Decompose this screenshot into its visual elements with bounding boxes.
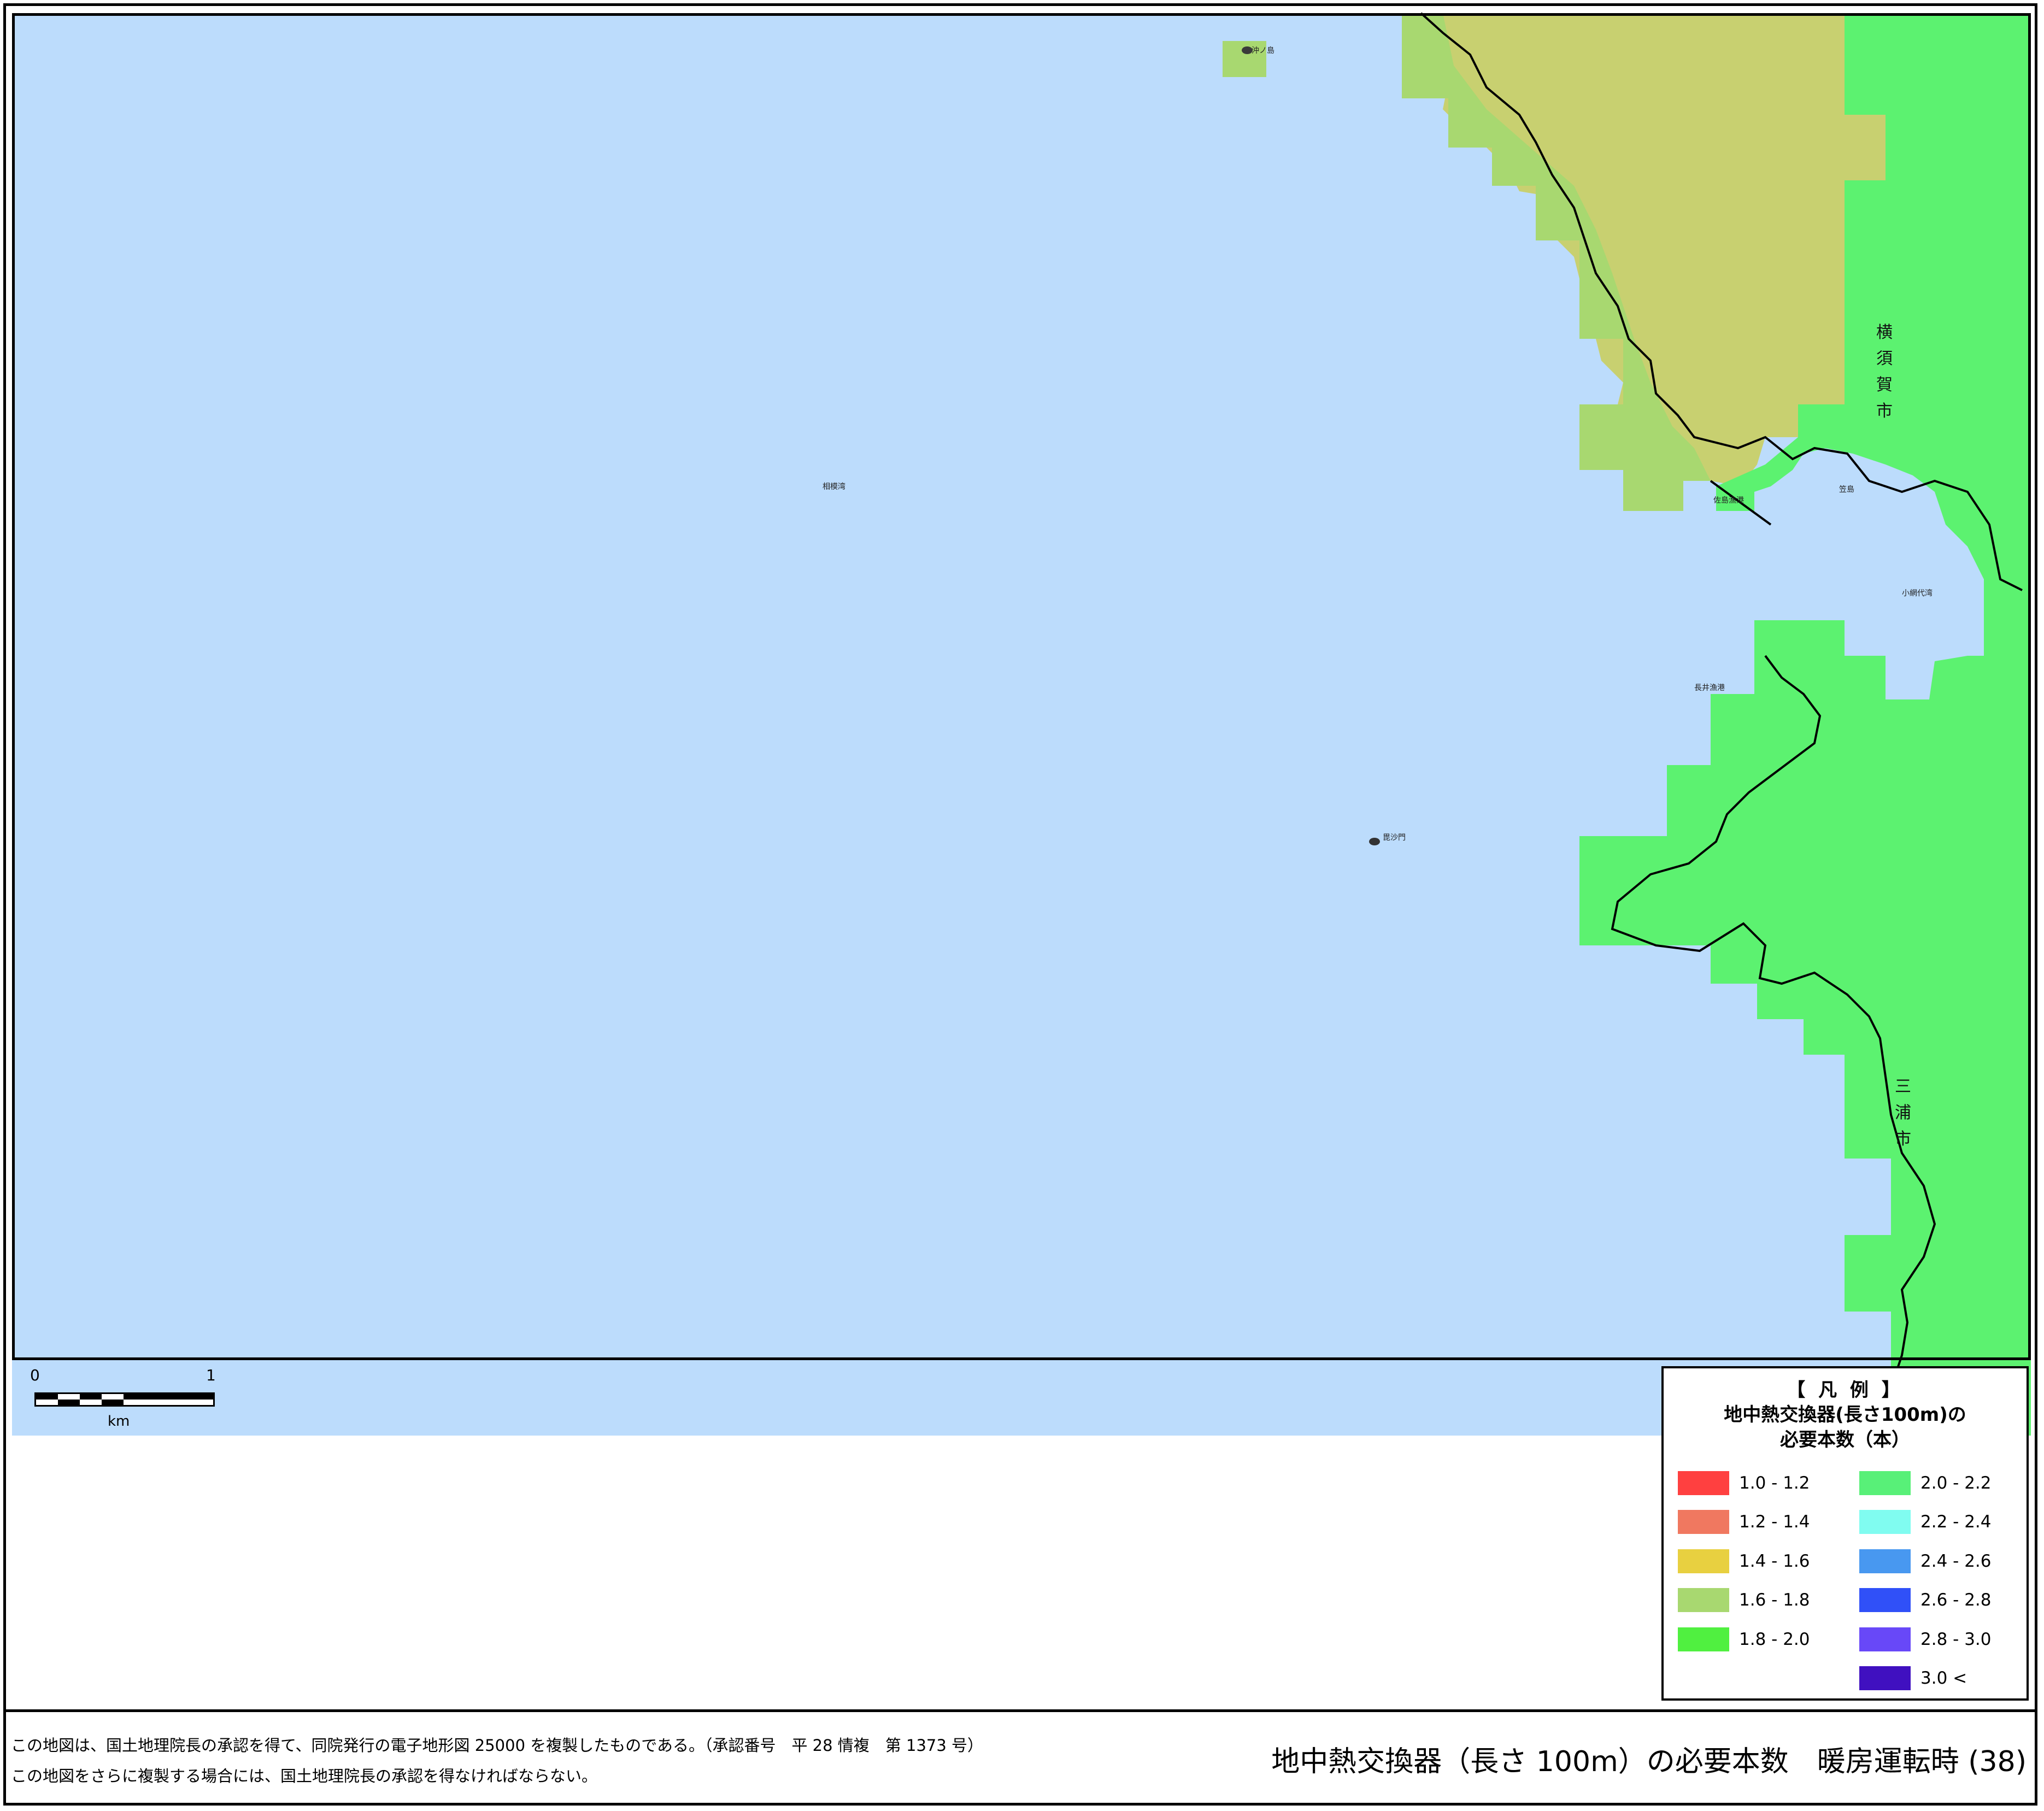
scale-segment [124,1394,213,1400]
legend-label: 3.0 < [1920,1668,1967,1688]
legend-swatch [1859,1549,1911,1573]
legend-label: 2.2 - 2.4 [1920,1512,1992,1532]
scale-end: 1 [206,1366,216,1384]
legend-swatch [1859,1471,1911,1495]
map-title: 地中熱交換器（長さ 100m）の必要本数 暖房運転時 (38) [1271,1745,2027,1778]
map-frame [12,13,2031,1360]
legend-label: 1.0 - 1.2 [1739,1473,1810,1493]
scale-bar-graphic [34,1392,215,1407]
legend-title: 【 凡 例 】 [1787,1379,1904,1401]
legend-swatch [1678,1627,1729,1651]
legend-swatch [1859,1588,1911,1612]
legend-subtitle: 地中熱交換器(長さ100m)の 必要本数（本） [1724,1404,1966,1451]
scale-unit: km [108,1413,130,1430]
legend-label: 1.6 - 1.8 [1739,1590,1810,1610]
legend-label: 1.4 - 1.6 [1739,1551,1810,1571]
scale-segment [58,1400,80,1405]
legend-label: 1.8 - 2.0 [1739,1630,1810,1649]
scale-segment [80,1394,102,1400]
legend-swatch [1678,1510,1729,1534]
legend-label: 2.0 - 2.2 [1920,1473,1992,1493]
scale-bar: 0 1 km [30,1366,227,1432]
footer-note-approval: この地図は、国土地理院長の承認を得て、同院発行の電子地形図 25000 を複製し… [11,1736,984,1755]
legend-swatch [1678,1471,1729,1495]
legend-swatch [1678,1549,1729,1573]
legend-swatch [1859,1510,1911,1534]
map-page: 沖ノ島 相模湾 佐島漁港 笠島 長井漁港 小網代湾 毘沙門 横須賀市 三浦市 0… [0,0,2044,1811]
legend-label: 2.8 - 3.0 [1920,1630,1992,1649]
legend: 【 凡 例 】 地中熱交換器(長さ100m)の 必要本数（本） 1.0 - 1.… [1661,1366,2029,1701]
scale-segment [36,1394,58,1400]
legend-label: 2.6 - 2.8 [1920,1590,1992,1610]
legend-label: 1.2 - 1.4 [1739,1512,1810,1532]
legend-label: 2.4 - 2.6 [1920,1551,1992,1571]
legend-swatch [1859,1666,1911,1690]
legend-swatch [1678,1588,1729,1612]
scale-start: 0 [30,1366,40,1384]
legend-swatch [1859,1627,1911,1651]
scale-segment [102,1400,124,1405]
footer: この地図は、国土地理院長の承認を得て、同院発行の電子地形図 25000 を複製し… [3,1709,2037,1806]
footer-note-reproduction: この地図をさらに複製する場合には、国土地理院長の承認を得なければならない。 [11,1767,598,1785]
